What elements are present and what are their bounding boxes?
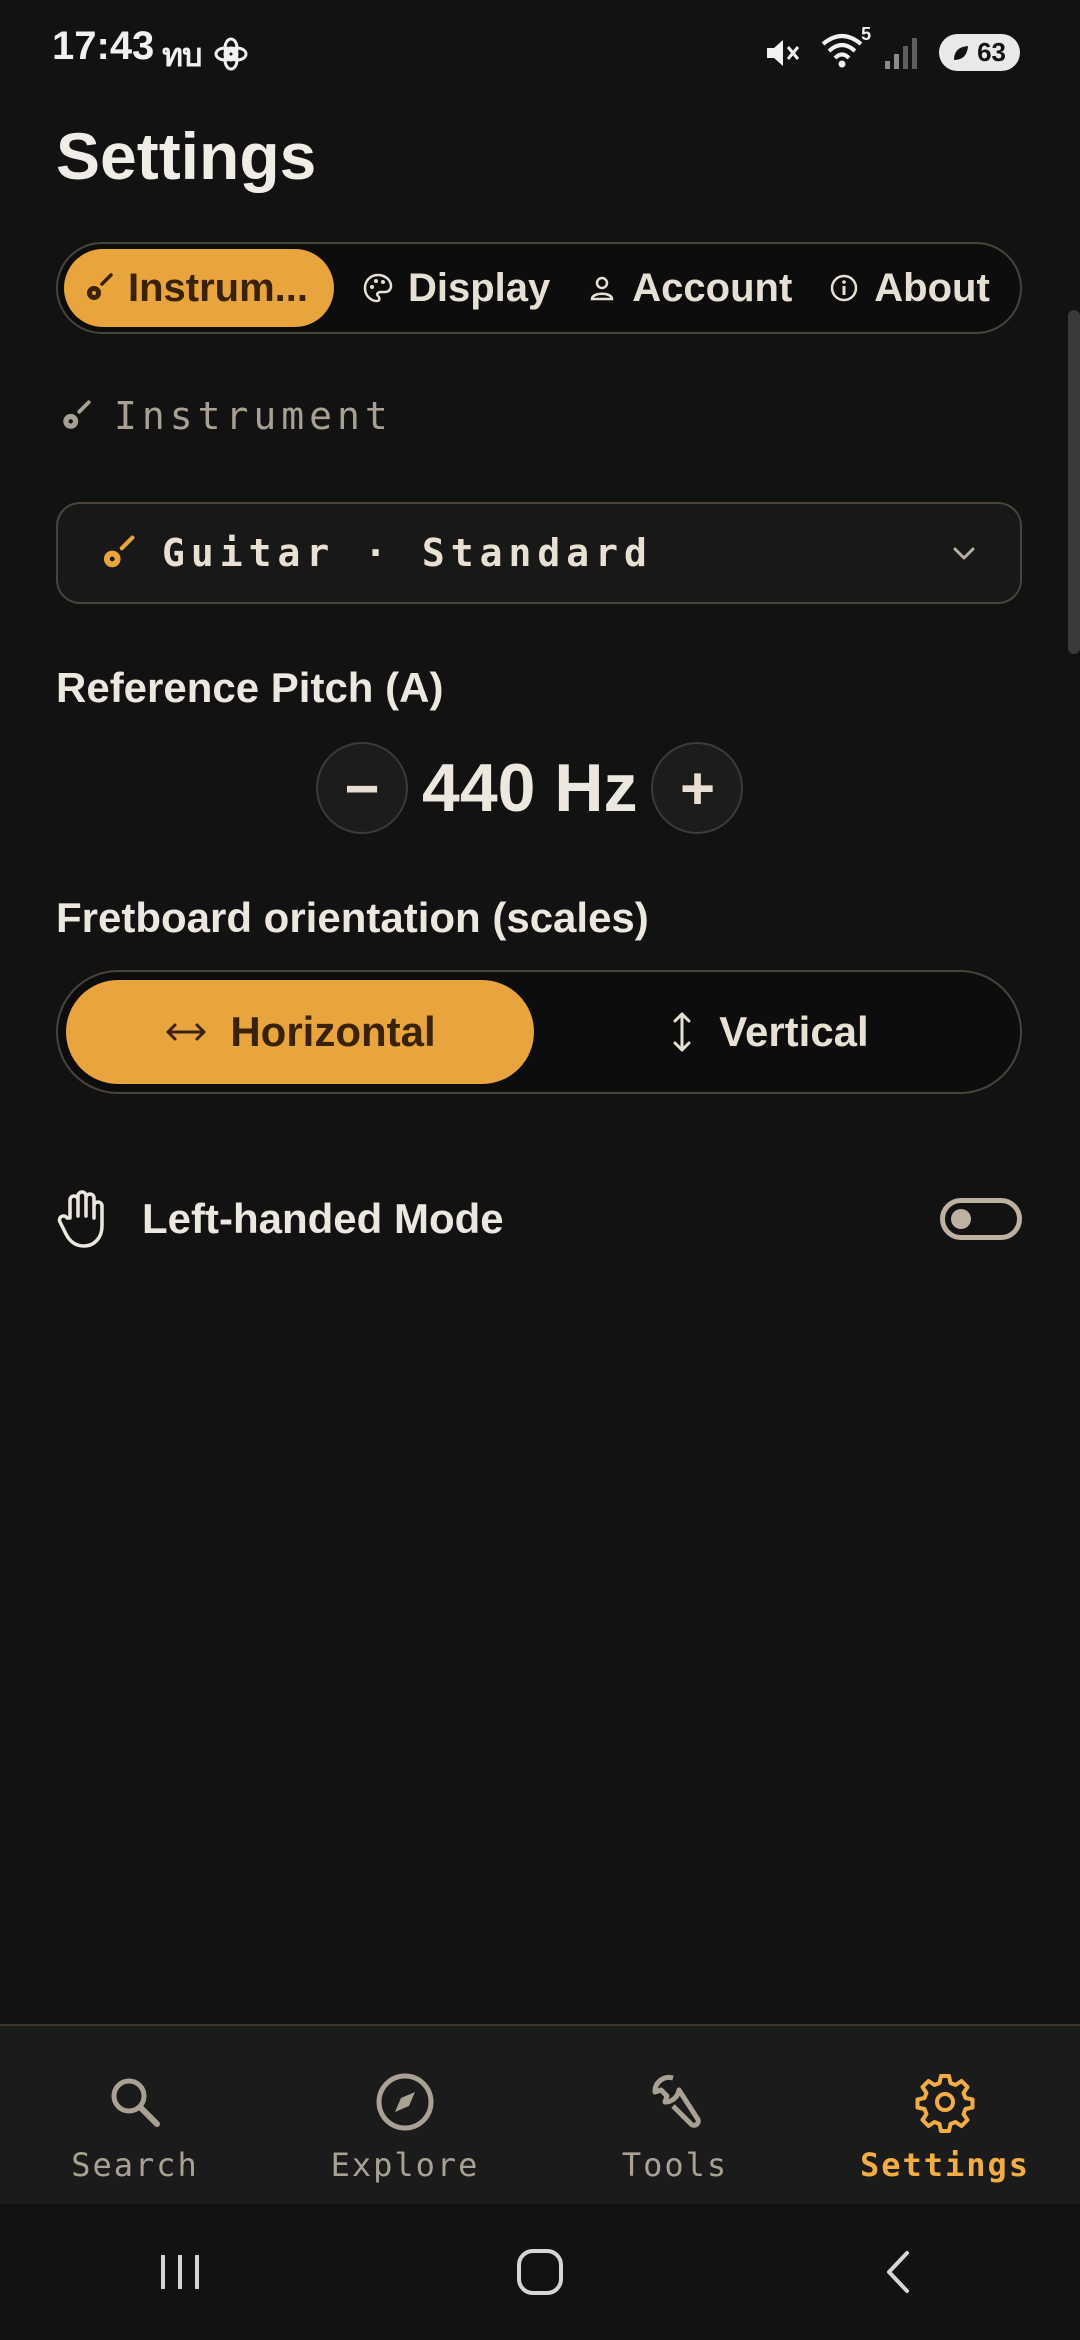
settings-tabs: Instrum... Display Account About bbox=[56, 242, 1022, 334]
mute-icon bbox=[767, 39, 800, 66]
instrument-select[interactable]: Guitar · Standard bbox=[56, 502, 1022, 604]
tab-about[interactable]: About bbox=[810, 249, 1008, 327]
signal-icon bbox=[885, 37, 918, 69]
info-icon bbox=[828, 272, 860, 304]
instrument-select-value: Guitar · Standard bbox=[162, 531, 653, 575]
pitch-value: 440 Hz bbox=[422, 750, 638, 826]
wifi-sub-label: 5 bbox=[861, 24, 872, 44]
status-time: 17:43 bbox=[52, 24, 155, 68]
tab-label: About bbox=[874, 265, 990, 310]
wifi-indicator: 5 bbox=[819, 24, 871, 75]
tab-instrument[interactable]: Instrum... bbox=[64, 249, 334, 327]
nav-item-search[interactable]: Search bbox=[0, 2026, 270, 2206]
tab-label: Display bbox=[408, 265, 551, 310]
pitch-decrement-button[interactable]: − bbox=[316, 742, 408, 834]
reference-pitch-label: Reference Pitch (A) bbox=[56, 664, 444, 711]
leaf-icon bbox=[954, 45, 969, 60]
wifi-icon bbox=[821, 34, 863, 68]
chevron-down-icon bbox=[953, 547, 975, 560]
nav-item-tools[interactable]: Tools bbox=[540, 2026, 810, 2206]
nav-item-explore[interactable]: Explore bbox=[270, 2026, 540, 2206]
person-icon bbox=[586, 272, 618, 304]
left-handed-mode-row: Left-handed Mode bbox=[56, 1186, 1022, 1252]
orientation-vertical-button[interactable]: Vertical bbox=[534, 980, 1002, 1084]
guitar-icon bbox=[103, 535, 135, 568]
guitar-icon bbox=[63, 400, 91, 429]
palette-icon bbox=[362, 272, 394, 304]
status-icons: 5 63 bbox=[761, 24, 1020, 75]
battery-level: 63 bbox=[977, 37, 1006, 67]
pitch-increment-button[interactable]: + bbox=[651, 742, 744, 834]
left-handed-mode-label: Left-handed Mode bbox=[142, 1195, 504, 1242]
tab-label: Account bbox=[632, 265, 793, 310]
tab-label: Instrum... bbox=[128, 265, 309, 310]
nav-item-settings[interactable]: Settings bbox=[810, 2026, 1080, 2206]
compass-icon bbox=[376, 2073, 434, 2131]
recent-apps-icon[interactable] bbox=[155, 2247, 205, 2297]
status-bar: 17:43 ทบ 5 63 bbox=[0, 0, 1080, 100]
bottom-navigation: Search Explore Tools Settings bbox=[0, 2024, 1080, 2206]
system-navigation-bar bbox=[0, 2204, 1080, 2340]
home-icon[interactable] bbox=[514, 2246, 566, 2298]
gear-icon bbox=[915, 2074, 975, 2133]
vertical-arrows-icon bbox=[673, 1012, 691, 1052]
instrument-section-label: Instrument bbox=[58, 394, 393, 438]
reference-pitch-stepper: − 440 Hz + bbox=[316, 740, 744, 836]
page-title: Settings bbox=[56, 119, 317, 193]
battery-indicator: 63 bbox=[939, 34, 1020, 71]
fretboard-orientation-label: Fretboard orientation (scales) bbox=[56, 894, 649, 941]
chatgpt-icon bbox=[214, 37, 248, 71]
wrench-icon bbox=[652, 2074, 701, 2128]
back-icon[interactable] bbox=[875, 2247, 925, 2297]
status-network-label: ทบ bbox=[162, 30, 249, 81]
horizontal-arrows-icon bbox=[166, 1023, 206, 1041]
guitar-icon bbox=[82, 272, 114, 304]
scrollbar-thumb[interactable] bbox=[1068, 310, 1080, 654]
hand-icon bbox=[57, 1190, 104, 1248]
orientation-horizontal-button[interactable]: Horizontal bbox=[66, 980, 534, 1084]
switch-knob bbox=[951, 1209, 971, 1229]
left-handed-mode-switch[interactable] bbox=[940, 1198, 1022, 1240]
fretboard-orientation-toggle: Horizontal Vertical bbox=[56, 970, 1022, 1094]
tab-account[interactable]: Account bbox=[568, 249, 810, 327]
search-icon bbox=[111, 2078, 160, 2127]
tab-display[interactable]: Display bbox=[344, 249, 568, 327]
